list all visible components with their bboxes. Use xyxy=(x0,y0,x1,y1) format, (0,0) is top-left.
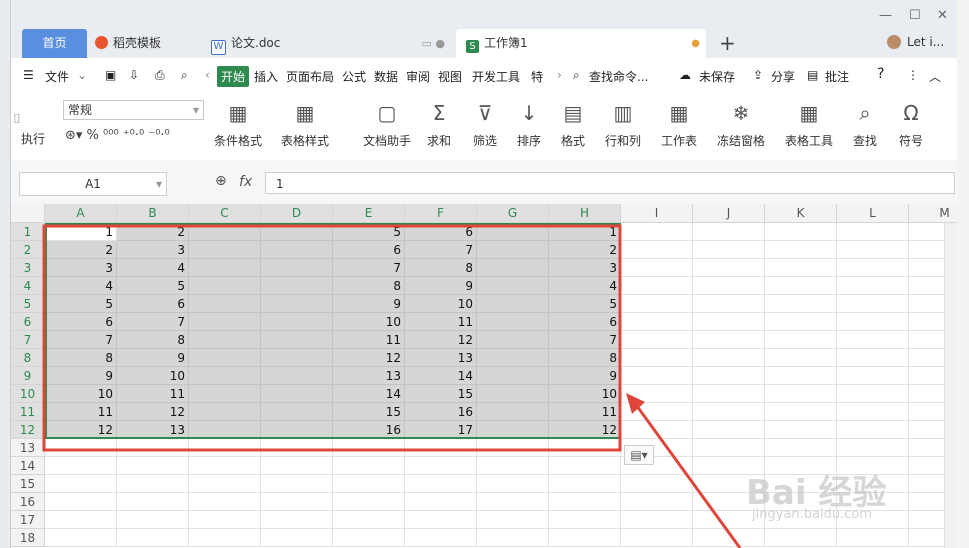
paste-options-icon[interactable]: ▤▾ xyxy=(624,445,654,465)
highlight-box xyxy=(42,224,622,452)
baidu-watermark-url: jingyan.baidu.com xyxy=(752,507,872,522)
red-arrow-shaft xyxy=(632,401,742,548)
